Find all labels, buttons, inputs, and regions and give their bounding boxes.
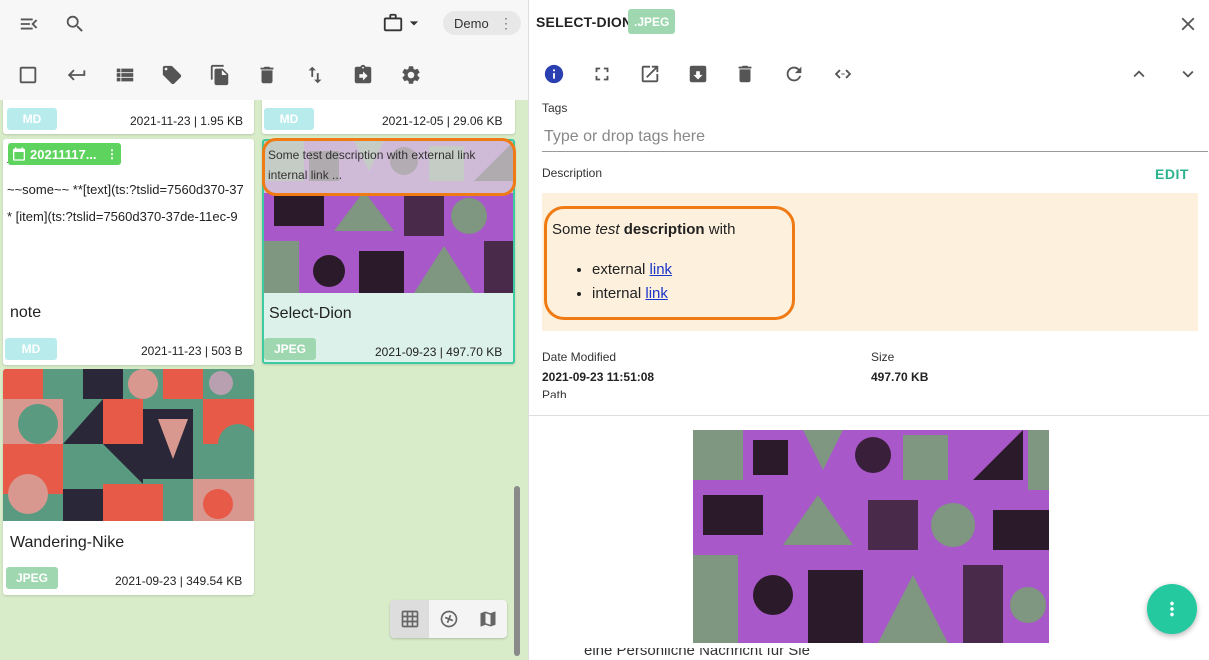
image-thumbnail bbox=[3, 369, 254, 521]
date-modified-value: 2021-09-23 11:51:08 bbox=[542, 370, 655, 384]
return-icon[interactable] bbox=[63, 61, 91, 89]
file-grid-panel: MD 2021-11-23 | 1.95 KB MD 2021-12-05 | … bbox=[0, 0, 528, 660]
file-extension-badge: .JPEG bbox=[628, 9, 676, 34]
description-overlay: Some test description with external link… bbox=[264, 141, 513, 193]
file-type-badge: MD bbox=[7, 108, 57, 130]
gallery-view-icon[interactable] bbox=[429, 600, 468, 638]
divider bbox=[529, 415, 1209, 416]
list-item: external link bbox=[592, 261, 672, 285]
date-modified-label: Date Modified bbox=[542, 350, 617, 364]
file-type-badge: JPEG bbox=[6, 567, 58, 589]
calendar-icon bbox=[13, 147, 25, 161]
description-text: Some test description with bbox=[552, 221, 736, 238]
download-icon[interactable] bbox=[684, 60, 712, 88]
export-icon[interactable] bbox=[349, 61, 377, 89]
chevron-down-icon[interactable] bbox=[1174, 60, 1202, 88]
info-icon[interactable] bbox=[540, 60, 568, 88]
map-view-icon[interactable] bbox=[468, 600, 507, 638]
briefcase-icon[interactable] bbox=[379, 9, 407, 37]
chevron-up-icon[interactable] bbox=[1125, 60, 1153, 88]
file-card-wandering-nike[interactable]: Wandering-Nike JPEG 2021-09-23 | 349.54 … bbox=[3, 369, 254, 595]
view-mode-toggle bbox=[390, 600, 507, 638]
more-vert-icon: ⋮ bbox=[106, 147, 118, 161]
description-box: Some test description with external link… bbox=[542, 193, 1198, 331]
file-type-badge: MD bbox=[5, 338, 57, 360]
delete-icon[interactable] bbox=[731, 60, 759, 88]
scrollbar[interactable] bbox=[514, 486, 520, 656]
file-card-md-2[interactable]: MD 2021-12-05 | 29.06 KB bbox=[262, 98, 515, 134]
app-window: MD 2021-11-23 | 1.95 KB MD 2021-12-05 | … bbox=[0, 0, 1209, 660]
file-title: note bbox=[10, 304, 42, 321]
size-value: 497.70 KB bbox=[871, 370, 929, 384]
search-icon[interactable] bbox=[61, 10, 89, 38]
fullscreen-icon[interactable] bbox=[588, 60, 616, 88]
external-link[interactable]: link bbox=[650, 261, 673, 278]
file-card-md-1[interactable]: MD 2021-11-23 | 1.95 KB bbox=[3, 98, 254, 134]
file-meta: 2021-11-23 | 503 B bbox=[141, 344, 243, 358]
tags-label: Tags bbox=[542, 101, 568, 115]
more-vert-icon bbox=[1170, 601, 1174, 617]
file-details-panel: SELECT-DION .JPEG Tags Type or drop tags… bbox=[528, 0, 1209, 660]
file-meta: 2021-09-23 | 497.70 KB bbox=[375, 345, 503, 359]
checkbox-icon[interactable] bbox=[14, 61, 42, 89]
file-title: Select-Dion bbox=[269, 305, 352, 322]
file-type-badge: MD bbox=[264, 108, 314, 130]
location-chip[interactable]: Demo ⋮ bbox=[443, 11, 521, 35]
dropdown-arrow-icon[interactable] bbox=[404, 9, 424, 37]
bottom-cut-text: eine Persönliche Nachricht für Sie bbox=[584, 648, 810, 659]
more-actions-button[interactable] bbox=[1147, 584, 1197, 634]
size-label: Size bbox=[871, 350, 895, 364]
delete-icon[interactable] bbox=[253, 61, 281, 89]
grid-view-icon[interactable] bbox=[390, 600, 429, 638]
internal-link[interactable]: link bbox=[645, 285, 668, 302]
list-icon[interactable] bbox=[111, 61, 139, 89]
reload-icon[interactable] bbox=[780, 60, 808, 88]
description-list: external link internal link bbox=[572, 261, 672, 309]
copy-icon[interactable] bbox=[206, 61, 234, 89]
sort-icon[interactable] bbox=[301, 61, 329, 89]
file-card-select-dion[interactable]: Some test description with external link… bbox=[262, 139, 515, 364]
location-label: Demo bbox=[454, 15, 489, 31]
description-label: Description bbox=[542, 166, 603, 180]
date-tag-label: 20211117... bbox=[30, 146, 97, 162]
list-item: internal link bbox=[592, 285, 672, 309]
note-preview-line: * [item](ts:?tslid=7560d370-37de-11ec-9 bbox=[7, 209, 238, 224]
path-row: Path bbox=[542, 388, 842, 398]
more-vert-icon[interactable]: ⋮ bbox=[499, 14, 513, 32]
menu-open-icon[interactable] bbox=[15, 10, 43, 38]
code-icon[interactable] bbox=[828, 60, 858, 88]
main-toolbar: Demo ⋮ bbox=[0, 0, 528, 100]
tags-input[interactable] bbox=[542, 122, 1208, 152]
settings-icon[interactable] bbox=[397, 61, 425, 89]
file-card-note[interactable]: ·br· ~~some~~ **[text](ts:?tslid=7560d37… bbox=[3, 139, 254, 365]
file-title: Wandering-Nike bbox=[10, 534, 125, 551]
tag-icon[interactable] bbox=[158, 61, 186, 89]
path-label: Path bbox=[542, 388, 567, 398]
file-meta: 2021-11-23 | 1.95 KB bbox=[130, 114, 243, 128]
note-preview-line: ~~some~~ **[text](ts:?tslid=7560d370-37 bbox=[7, 182, 244, 197]
close-icon[interactable] bbox=[1174, 10, 1202, 38]
open-external-icon[interactable] bbox=[636, 60, 664, 88]
image-preview bbox=[693, 430, 1049, 643]
date-tag-chip[interactable]: 20211117... ⋮ bbox=[8, 143, 121, 165]
file-type-badge: JPEG bbox=[264, 338, 316, 360]
file-name-title: SELECT-DION bbox=[536, 14, 633, 30]
file-meta: 2021-12-05 | 29.06 KB bbox=[382, 114, 503, 128]
edit-description-button[interactable]: EDIT bbox=[1155, 166, 1189, 182]
file-meta: 2021-09-23 | 349.54 KB bbox=[115, 574, 243, 588]
